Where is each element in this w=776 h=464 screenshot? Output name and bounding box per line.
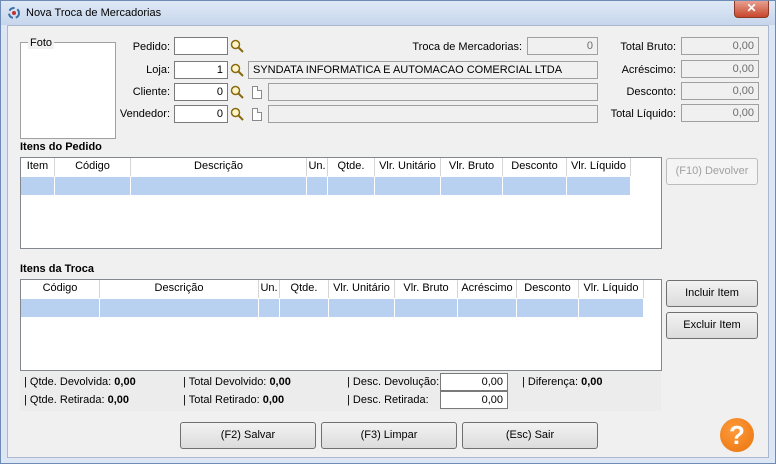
pedido-label: Pedido: — [132, 41, 170, 53]
desc-devolucao-label: | Desc. Devolução: — [347, 376, 440, 388]
summary-bar: | Qtde. Devolvida: 0,00 | Qtde. Retirada… — [20, 371, 661, 411]
itens-pedido-grid[interactable]: Item Código Descrição Un. Qtde. Vlr. Uni… — [20, 157, 662, 249]
column-header[interactable]: Qtde. — [328, 158, 375, 176]
title-bar: Nova Troca de Mercadorias ✕ — [1, 1, 775, 25]
window-title: Nova Troca de Mercadorias — [26, 7, 162, 19]
diferenca-value: 0,00 — [581, 376, 603, 388]
column-header[interactable]: Vlr. Líquido — [567, 158, 631, 176]
column-header[interactable]: Un. — [259, 280, 280, 298]
total-liquido-field: 0,00 — [681, 104, 759, 122]
itens-troca-title: Itens da Troca — [20, 263, 94, 275]
loja-name-field: SYNDATA INFORMATICA E AUTOMACAO COMERCIA… — [248, 61, 598, 79]
loja-label: Loja: — [146, 64, 170, 76]
desconto-field: 0,00 — [681, 82, 759, 100]
table-row[interactable] — [21, 299, 644, 317]
itens-pedido-title: Itens do Pedido — [20, 141, 102, 153]
pedido-input[interactable] — [174, 37, 228, 55]
qtde-retirada-label: | Qtde. Retirada: — [24, 394, 105, 406]
cliente-input[interactable]: 0 — [174, 83, 228, 101]
troca-field: 0 — [527, 37, 598, 55]
column-header[interactable]: Descrição — [131, 158, 307, 176]
search-icon[interactable] — [230, 85, 244, 99]
excluir-item-button[interactable]: Excluir Item — [666, 312, 758, 339]
loja-input[interactable]: 1 — [174, 61, 228, 79]
vendedor-label: Vendedor: — [119, 108, 170, 120]
itens-troca-header: Código Descrição Un. Qtde. Vlr. Unitário… — [21, 280, 644, 298]
app-icon — [8, 7, 20, 19]
diferenca-label: | Diferença: — [522, 376, 579, 388]
search-icon[interactable] — [230, 39, 244, 53]
column-header[interactable]: Desconto — [503, 158, 567, 176]
total-bruto-field: 0,00 — [681, 37, 759, 55]
column-header[interactable]: Vlr. Bruto — [441, 158, 503, 176]
desc-retirada-input[interactable]: 0,00 — [440, 391, 508, 409]
column-header[interactable]: Item — [21, 158, 55, 176]
client-area: Foto Pedido: Loja: Cliente: Vendedor: 1 … — [7, 25, 769, 458]
column-header[interactable]: Código — [21, 280, 100, 298]
column-header[interactable]: Vlr. Bruto — [395, 280, 458, 298]
sair-button[interactable]: (Esc) Sair — [462, 422, 598, 449]
itens-pedido-header: Item Código Descrição Un. Qtde. Vlr. Uni… — [21, 158, 631, 176]
troca-label: Troca de Mercadorias: — [412, 41, 522, 53]
vendedor-input[interactable]: 0 — [174, 105, 228, 123]
limpar-button[interactable]: (F3) Limpar — [321, 422, 457, 449]
desconto-label: Desconto: — [626, 86, 676, 98]
column-header[interactable]: Vlr. Unitário — [329, 280, 395, 298]
acrescimo-field: 0,00 — [681, 60, 759, 78]
cliente-name-field — [268, 83, 598, 101]
table-row[interactable] — [21, 177, 631, 195]
itens-troca-grid[interactable]: Código Descrição Un. Qtde. Vlr. Unitário… — [20, 279, 662, 371]
devolver-button[interactable]: (F10) Devolver — [666, 158, 758, 185]
column-header[interactable]: Código — [55, 158, 131, 176]
close-button[interactable]: ✕ — [734, 1, 769, 18]
vendedor-name-field — [268, 105, 598, 123]
incluir-item-button[interactable]: Incluir Item — [666, 280, 758, 307]
help-icon[interactable]: ? — [720, 418, 754, 452]
column-header[interactable]: Acréscimo — [458, 280, 517, 298]
total-retirado-value: 0,00 — [262, 394, 285, 406]
column-header[interactable]: Un. — [307, 158, 328, 176]
cliente-label: Cliente: — [132, 86, 170, 98]
photo-box — [20, 42, 116, 139]
qtde-devolvida-label: | Qtde. Devolvida: — [24, 376, 112, 388]
total-bruto-label: Total Bruto: — [620, 41, 676, 53]
column-header[interactable]: Descrição — [100, 280, 259, 298]
total-devolvido-label: | Total Devolvido: — [183, 376, 267, 388]
document-icon[interactable] — [252, 108, 262, 121]
qtde-devolvida-value: 0,00 — [114, 376, 136, 388]
acrescimo-label: Acréscimo: — [621, 64, 676, 76]
search-icon[interactable] — [230, 107, 244, 121]
photo-label: Foto — [28, 37, 55, 49]
column-header[interactable]: Vlr. Unitário — [375, 158, 441, 176]
window: Nova Troca de Mercadorias ✕ Foto Pedido:… — [0, 0, 776, 464]
column-header[interactable]: Desconto — [517, 280, 579, 298]
total-liquido-label: Total Líquido: — [610, 108, 676, 120]
total-retirado-label: | Total Retirado: — [183, 394, 260, 406]
desc-retirada-label: | Desc. Retirada: — [347, 394, 429, 406]
qtde-retirada-value: 0,00 — [107, 394, 129, 406]
column-header[interactable]: Vlr. Líquido — [579, 280, 644, 298]
column-header[interactable]: Qtde. — [280, 280, 329, 298]
desc-devolucao-input[interactable]: 0,00 — [440, 373, 508, 391]
search-icon[interactable] — [230, 63, 244, 77]
document-icon[interactable] — [252, 86, 262, 99]
salvar-button[interactable]: (F2) Salvar — [180, 422, 316, 449]
total-devolvido-value: 0,00 — [269, 376, 291, 388]
